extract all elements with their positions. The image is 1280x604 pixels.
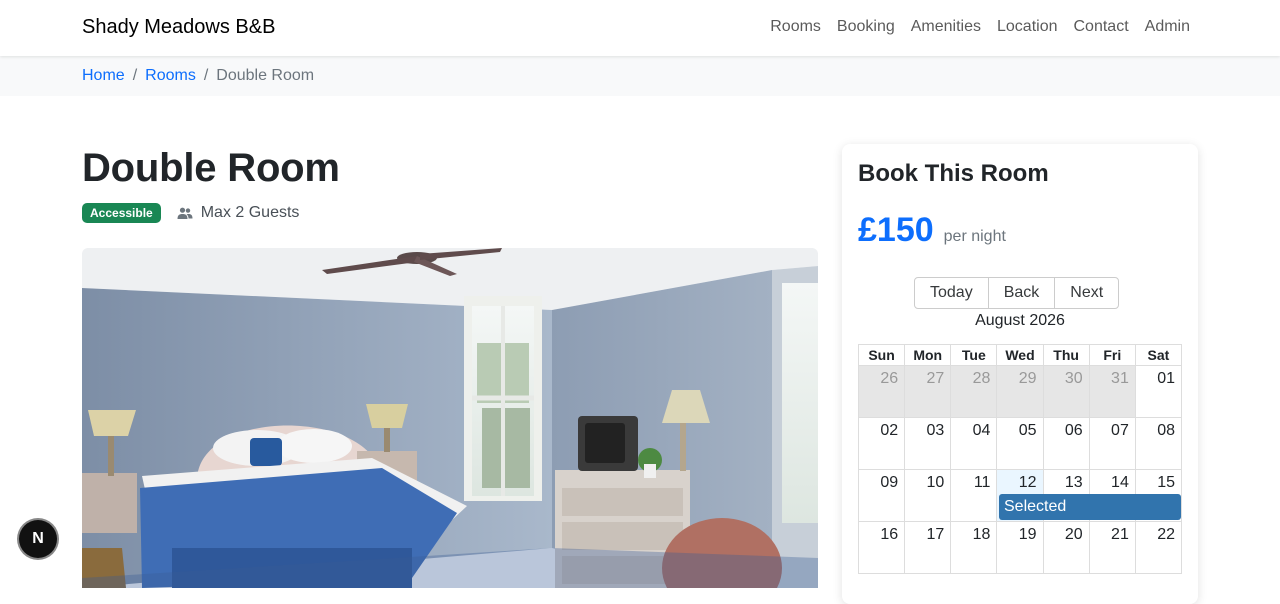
selected-event[interactable]: Selected	[999, 494, 1181, 520]
booking-calendar: Sun Mon Tue Wed Thu Fri Sat 26 27 28 29 …	[858, 344, 1182, 574]
calendar-day[interactable]: 17	[905, 522, 952, 573]
calendar-day[interactable]: 16	[859, 522, 906, 573]
guest-capacity-label: Max 2 Guests	[200, 204, 300, 221]
nextjs-dev-button[interactable]: N	[19, 520, 57, 558]
nav-links: Rooms Booking Amenities Location Contact…	[770, 18, 1190, 36]
calendar-day[interactable]: 19	[997, 522, 1044, 573]
breadcrumb-home[interactable]: Home	[82, 67, 125, 85]
booking-card: Book This Room £150 per night Today Back…	[842, 144, 1198, 604]
accessible-badge: Accessible	[82, 203, 161, 223]
nav-link-booking[interactable]: Booking	[837, 18, 895, 36]
calendar-weekday-header: Sun Mon Tue Wed Thu Fri Sat	[859, 344, 1182, 366]
nav-link-admin[interactable]: Admin	[1145, 18, 1190, 36]
room-photo-illustration	[82, 248, 818, 588]
calendar-day[interactable]: 07	[1090, 418, 1136, 469]
breadcrumb-separator: /	[132, 67, 138, 84]
breadcrumb-current: Double Room	[216, 67, 315, 84]
weekday-fri: Fri	[1090, 345, 1136, 365]
navbar: Shady Meadows B&B Rooms Booking Amenitie…	[0, 0, 1280, 56]
calendar-toolbar: Today Back Next	[914, 277, 1120, 309]
nav-link-location[interactable]: Location	[997, 18, 1058, 36]
weekday-sat: Sat	[1136, 345, 1182, 365]
room-meta: Accessible Max 2 Guests	[82, 203, 299, 223]
calendar-month-label: August 2026	[975, 312, 1065, 329]
calendar-day[interactable]: 05	[997, 418, 1044, 469]
nav-link-amenities[interactable]: Amenities	[911, 18, 981, 36]
back-button[interactable]: Back	[987, 277, 1056, 309]
brand-link[interactable]: Shady Meadows B&B	[82, 16, 275, 39]
weekday-thu: Thu	[1044, 345, 1090, 365]
calendar-day[interactable]: 18	[951, 522, 998, 573]
calendar-day[interactable]: 09	[859, 470, 906, 521]
price-row: £150 per night	[858, 211, 1006, 250]
calendar-day[interactable]: 28	[951, 366, 998, 417]
calendar-day[interactable]: 20	[1044, 522, 1090, 573]
calendar-week: 16 17 18 19 20 21 22	[859, 522, 1182, 574]
guest-capacity: Max 2 Guests	[177, 204, 300, 222]
calendar-day[interactable]: 26	[859, 366, 906, 417]
calendar-week: 26 27 28 29 30 31 01	[859, 366, 1182, 418]
calendar-day[interactable]: 06	[1044, 418, 1090, 469]
weekday-sun: Sun	[859, 345, 906, 365]
calendar-day[interactable]: 01	[1136, 366, 1182, 417]
per-night-label: per night	[943, 228, 1006, 245]
calendar-day[interactable]: 04	[951, 418, 998, 469]
calendar-week: 09 10 11 12 13 14 15 Selected	[859, 470, 1182, 522]
calendar-day[interactable]: 30	[1043, 366, 1090, 417]
room-photo	[82, 248, 818, 588]
calendar-day[interactable]: 29	[997, 366, 1044, 417]
calendar-day[interactable]: 08	[1136, 418, 1182, 469]
weekday-mon: Mon	[905, 345, 952, 365]
next-button[interactable]: Next	[1054, 277, 1120, 309]
people-icon	[177, 207, 193, 219]
weekday-tue: Tue	[951, 345, 998, 365]
breadcrumb: Home / Rooms / Double Room	[82, 67, 314, 85]
today-button[interactable]: Today	[914, 277, 989, 309]
weekday-wed: Wed	[997, 345, 1044, 365]
breadcrumb-separator: /	[203, 67, 209, 84]
calendar-day[interactable]: 10	[905, 470, 952, 521]
booking-card-title: Book This Room	[858, 160, 1049, 187]
calendar-week: 02 03 04 05 06 07 08	[859, 418, 1182, 470]
calendar-day[interactable]: 11	[951, 470, 998, 521]
calendar-day[interactable]: 22	[1136, 522, 1182, 573]
nav-link-rooms[interactable]: Rooms	[770, 18, 821, 36]
calendar-day[interactable]: 03	[905, 418, 952, 469]
breadcrumb-rooms[interactable]: Rooms	[145, 67, 196, 85]
breadcrumb-bar: Home / Rooms / Double Room	[0, 56, 1280, 96]
calendar-day[interactable]: 31	[1089, 366, 1136, 417]
calendar-day[interactable]: 21	[1090, 522, 1136, 573]
calendar-day[interactable]: 27	[905, 366, 952, 417]
room-price: £150	[858, 211, 934, 249]
room-title: Double Room	[82, 146, 340, 190]
calendar-day[interactable]: 02	[859, 418, 906, 469]
nav-link-contact[interactable]: Contact	[1074, 18, 1129, 36]
